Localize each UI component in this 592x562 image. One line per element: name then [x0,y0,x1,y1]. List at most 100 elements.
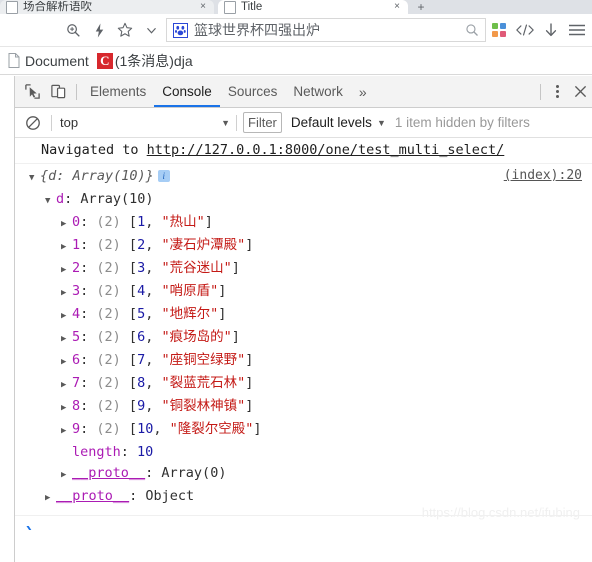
chevron-right-icon[interactable] [61,375,72,396]
array-index: 0 [72,214,81,230]
array-count: (2) [96,306,121,322]
array-item-row[interactable]: 3: (2) [4, "哨原盾"] [15,281,592,304]
console-object-message: (index):20 {d: Array(10)}i d: Array(10) … [15,164,592,516]
tab-elements[interactable]: Elements [82,76,154,107]
bookmark-item-csdn[interactable]: C (1条消息)dja [93,50,197,72]
filter-input[interactable]: Filter [243,112,282,133]
close-icon[interactable]: × [392,2,402,12]
apps-grid-shape [492,23,506,37]
more-tabs-button[interactable]: » [351,84,375,100]
kebab-menu-icon[interactable] [546,79,568,105]
browser-tab-2-title: Title [241,0,263,13]
chevron-right-icon[interactable] [45,488,56,509]
chevron-right-icon[interactable] [61,306,72,327]
array-item-row[interactable]: 0: (2) [1, "热山"] [15,212,592,235]
array-item-row[interactable]: 5: (2) [6, "痕场岛的"] [15,327,592,350]
proto-outer-row[interactable]: __proto__: Object [15,486,592,509]
array-number: 1 [137,214,146,230]
array-number: 9 [137,398,146,414]
array-item-row[interactable]: 2: (2) [3, "荒谷迷山"] [15,258,592,281]
code-icon[interactable] [512,17,538,43]
array-count: (2) [96,421,121,437]
chevron-right-icon[interactable] [61,214,72,235]
proto-value: Object [145,488,195,504]
browser-tab-1[interactable]: 场合解析语吹 × [0,0,214,14]
object-property-d[interactable]: d: Array(10) [15,189,592,212]
array-count: (2) [96,398,121,414]
chevron-down-icon: ▼ [376,117,386,128]
tab-network[interactable]: Network [285,76,351,107]
chevron-right-icon[interactable] [61,352,72,373]
array-string: "座铜空绿野" [161,352,246,368]
proto-key: __proto__ [56,488,130,504]
array-index: 8 [72,398,81,414]
info-icon[interactable]: i [157,170,170,182]
address-search-bar[interactable]: 篮球世界杯四强出炉 [166,18,486,42]
inspect-cursor-icon[interactable] [19,79,45,105]
console-output[interactable]: Navigated to http://127.0.0.1:8000/one/t… [15,138,592,530]
device-toggle-icon[interactable] [45,79,71,105]
chevron-right-icon[interactable] [61,329,72,350]
array-number: 2 [137,237,146,253]
array-item-row[interactable]: 1: (2) [2, "凄石炉潭殿"] [15,235,592,258]
clear-console-icon[interactable] [21,111,45,135]
length-key: length [72,444,121,460]
chevron-down-icon[interactable] [29,168,40,189]
devtools-tabbar: Elements Console Sources Network » [15,76,592,108]
chevron-right-icon[interactable] [61,237,72,258]
array-item-row[interactable]: 9: (2) [10, "隆裂尔空殿"] [15,419,592,442]
array-index: 5 [72,329,81,345]
chevron-right-icon[interactable] [61,465,72,486]
tabstrip: 场合解析语吹 × Title × + [0,0,592,14]
page-icon [6,0,18,14]
array-index: 3 [72,283,81,299]
chevron-right-icon[interactable] [61,260,72,281]
array-item-row[interactable]: 7: (2) [8, "裂蓝荒石林"] [15,373,592,396]
array-index: 4 [72,306,81,322]
array-length-row: length: 10 [72,444,154,460]
array-string: "裂蓝荒石林" [161,375,246,391]
object-root-label: {d: Array(10)} [40,168,154,184]
navigated-url-link[interactable]: http://127.0.0.1:8000/one/test_multi_sel… [147,142,505,158]
chevron-right-icon[interactable] [61,283,72,304]
zoom-in-icon[interactable] [60,17,86,43]
browser-tab-1-title: 场合解析语吹 [23,0,92,13]
chevron-down-icon[interactable] [138,17,164,43]
array-string: "铜裂林神镇" [161,398,246,414]
page-icon [224,0,236,14]
close-icon[interactable]: × [198,2,208,12]
browser-tab-2[interactable]: Title × [218,0,408,14]
chevron-right-icon[interactable] [61,398,72,419]
array-item-row[interactable]: 8: (2) [9, "铜裂林神镇"] [15,396,592,419]
array-item-row[interactable]: 6: (2) [7, "座铜空绿野"] [15,350,592,373]
log-levels-dropdown[interactable]: Default levels ▼ [291,115,386,130]
bookmark-label: (1条消息)dja [114,52,193,69]
lightning-icon[interactable] [86,17,112,43]
array-number: 4 [137,283,146,299]
new-tab-button[interactable]: + [408,0,434,14]
chevron-down-icon[interactable] [45,191,56,212]
star-icon[interactable] [112,17,138,43]
tab-console[interactable]: Console [154,76,220,107]
array-item-row[interactable]: 4: (2) [5, "地辉尔"] [15,304,592,327]
property-key: d [56,191,65,207]
array-rows: 0: (2) [1, "热山"] 1: (2) [2, "凄石炉潭殿"] 2: … [15,212,592,442]
search-icon[interactable] [465,23,479,37]
chevron-right-icon[interactable] [61,421,72,442]
apps-grid-icon[interactable] [486,17,512,43]
search-input[interactable]: 篮球世界杯四强出炉 [194,20,465,40]
console-prompt[interactable]: ❯ [15,516,592,530]
close-icon[interactable] [568,79,592,105]
baidu-paw-icon [173,22,188,38]
prompt-caret-icon: ❯ [25,523,33,530]
proto-inner-row[interactable]: __proto__: Array(0) [15,463,592,486]
tab-sources[interactable]: Sources [220,76,286,107]
console-context-selector[interactable]: top ▼ [58,115,230,130]
bookmark-item-document[interactable]: Document [4,50,93,72]
download-arrow-icon[interactable] [538,17,564,43]
console-navigated-message: Navigated to http://127.0.0.1:8000/one/t… [15,138,592,164]
hamburger-menu-icon[interactable] [564,17,590,43]
object-root-row[interactable]: {d: Array(10)}i [15,166,592,189]
page-icon [8,53,20,68]
devtools-panel: Elements Console Sources Network » top ▼… [14,76,592,562]
